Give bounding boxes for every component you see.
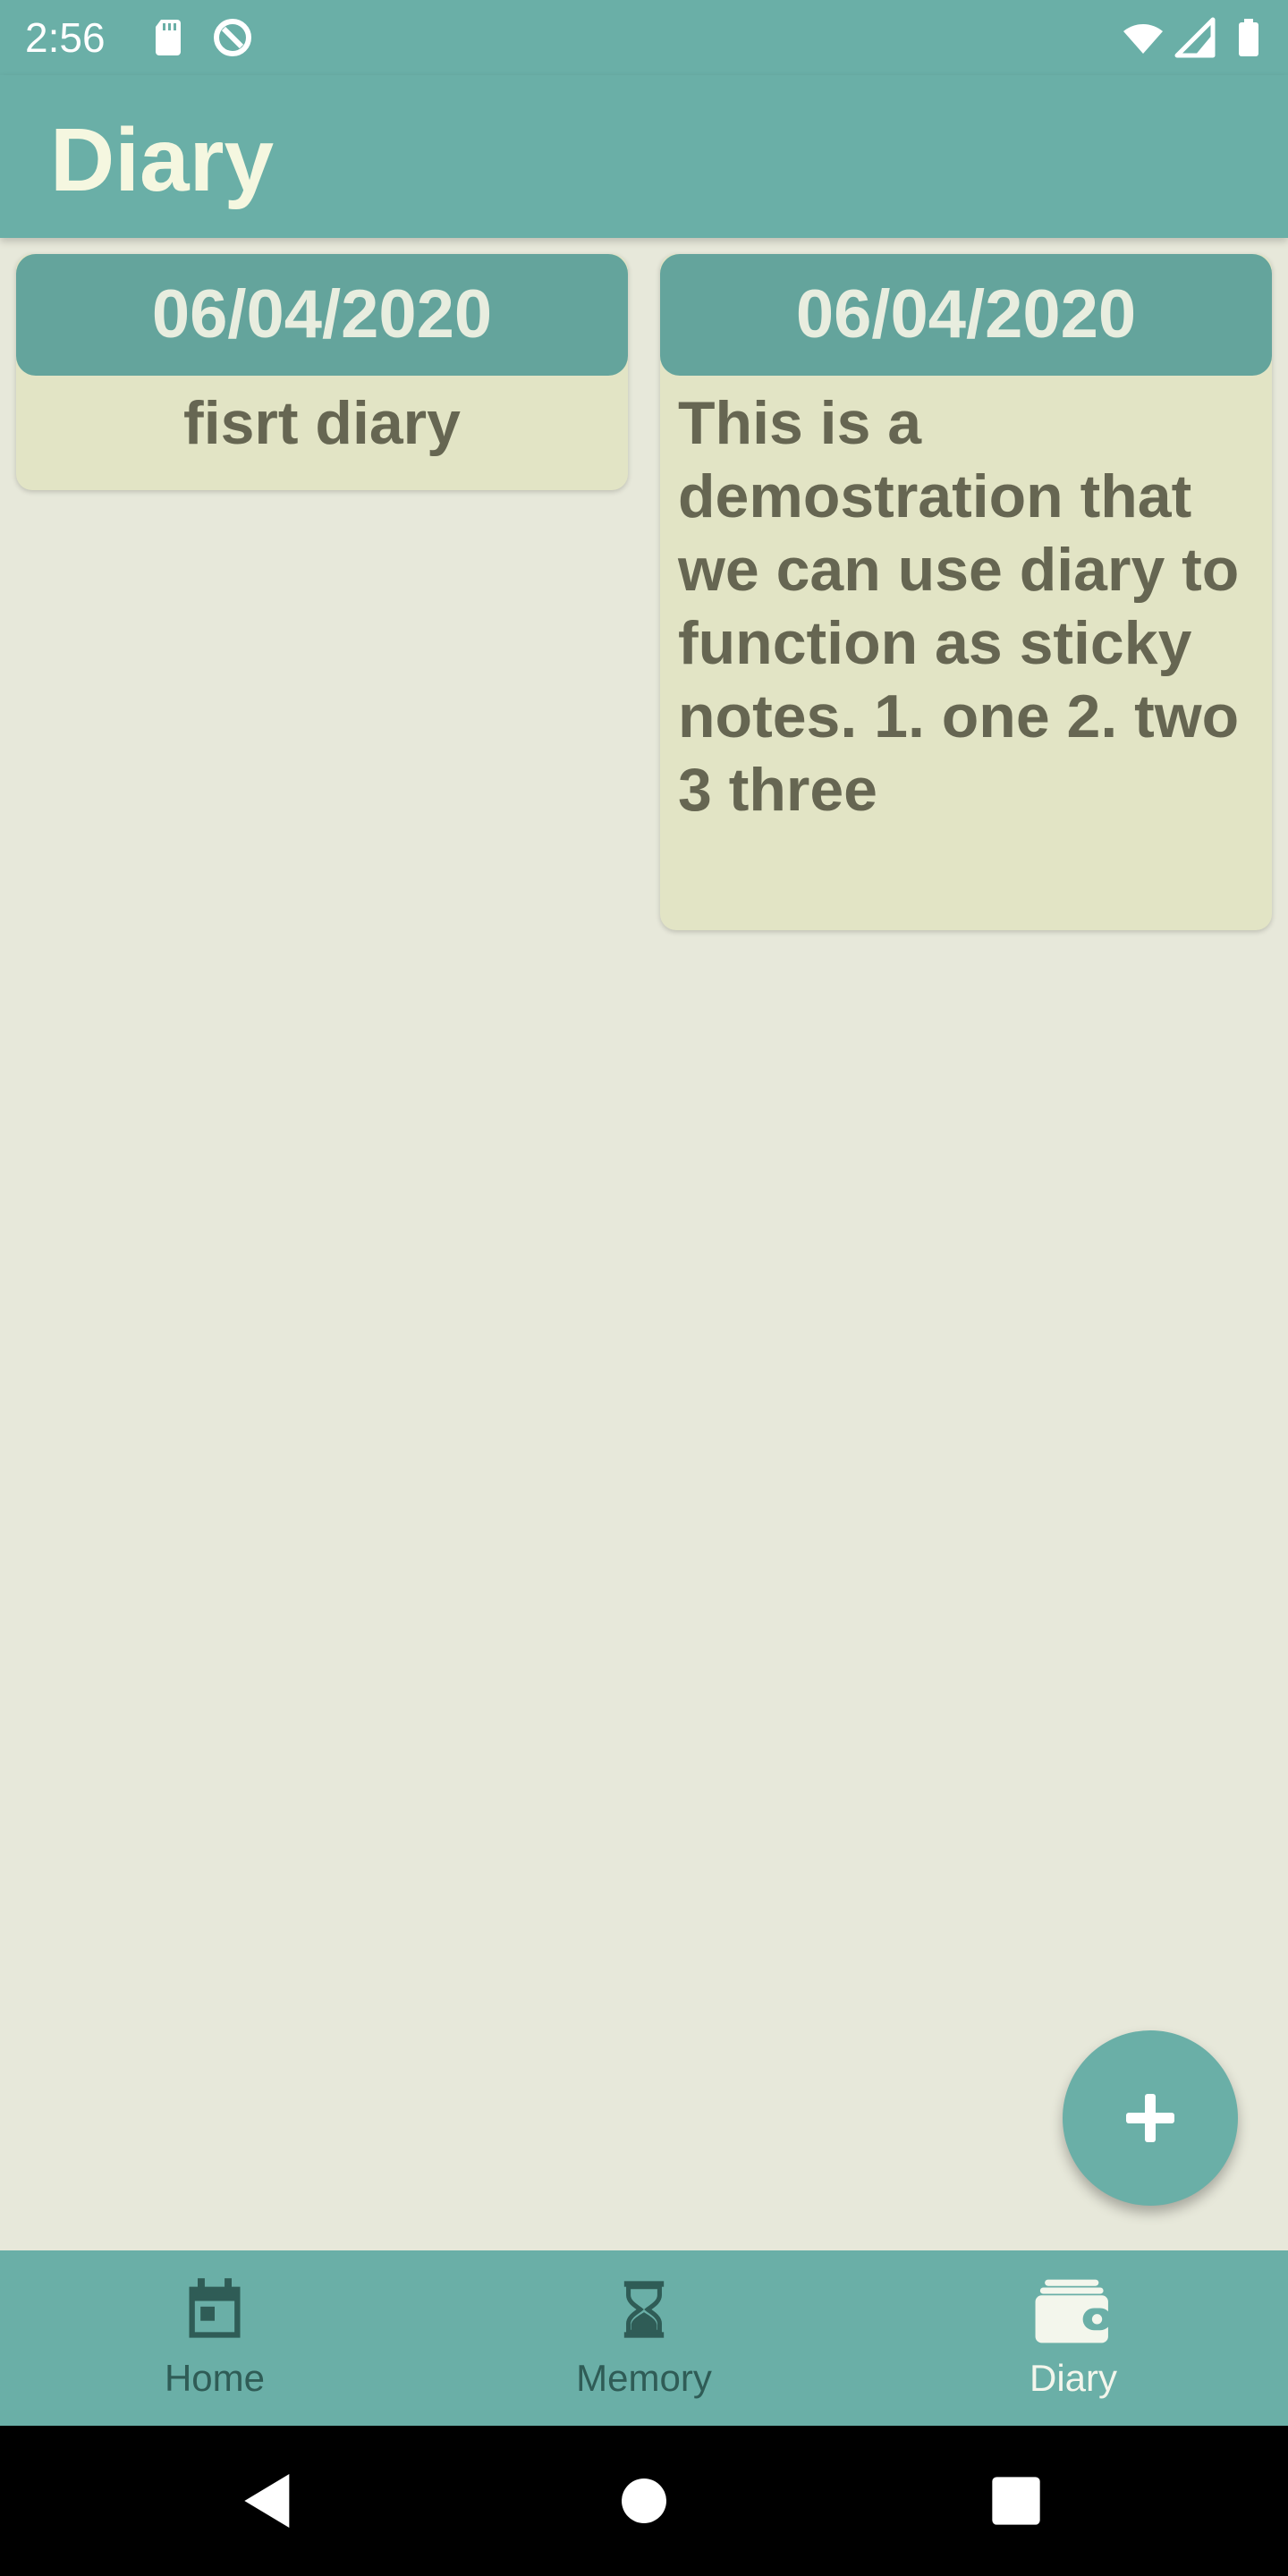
status-bar: 2:56 — [0, 0, 1288, 75]
nav-item-memory[interactable]: Memory — [429, 2250, 859, 2426]
status-time: 2:56 — [25, 14, 106, 61]
app-bar: Diary — [0, 75, 1288, 238]
diary-text: This is a demostration that we can use d… — [678, 389, 1240, 824]
nav-item-home[interactable]: Home — [0, 2250, 429, 2426]
diary-text: fisrt diary — [183, 389, 461, 457]
recents-icon[interactable] — [980, 2465, 1052, 2537]
wifi-icon — [1123, 24, 1163, 54]
page-title: Diary — [50, 110, 275, 210]
cellular-signal-icon — [1174, 17, 1216, 58]
diary-card[interactable]: 06/04/2020 This is a demostration that w… — [660, 254, 1272, 930]
add-diary-button[interactable] — [1063, 2030, 1238, 2206]
sd-card-icon — [156, 20, 181, 55]
wallet-icon — [1035, 2279, 1112, 2343]
diary-date: 06/04/2020 — [660, 254, 1272, 376]
plus-icon — [1126, 2094, 1174, 2142]
nav-label-diary: Diary — [1029, 2357, 1117, 2399]
hourglass-icon — [623, 2281, 665, 2338]
diary-date: 06/04/2020 — [16, 254, 628, 376]
nav-label-home: Home — [164, 2357, 266, 2399]
calendar-icon — [189, 2278, 241, 2338]
system-navigation-bar — [0, 2426, 1288, 2576]
back-icon[interactable] — [233, 2465, 304, 2537]
data-saver-icon — [214, 19, 251, 56]
home-circle-icon[interactable] — [608, 2465, 680, 2537]
bottom-navigation: Home Memory Diary — [0, 2250, 1288, 2426]
nav-label-memory: Memory — [576, 2357, 712, 2399]
battery-icon — [1239, 19, 1258, 56]
diary-card[interactable]: 06/04/2020 fisrt diary — [16, 254, 628, 490]
nav-item-diary[interactable]: Diary — [859, 2250, 1288, 2426]
